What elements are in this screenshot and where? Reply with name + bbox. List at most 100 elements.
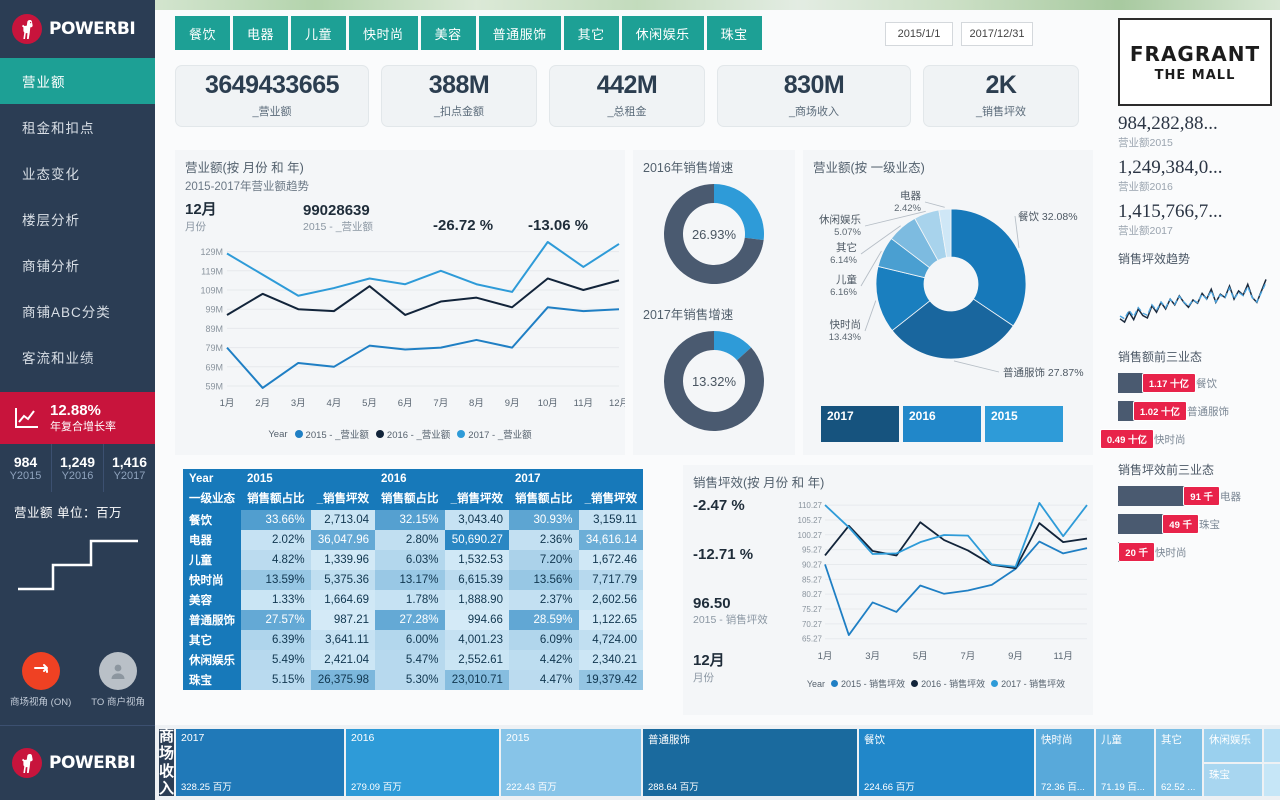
rank-row[interactable]: 1.02 十亿 普通服饰 bbox=[1118, 401, 1272, 421]
treemap-tile[interactable]: 休闲娱乐 bbox=[1204, 729, 1263, 762]
table-body: 餐饮 33.66% 2,713.04 32.15% 3,043.40 30.93% 3,15… bbox=[183, 509, 643, 690]
svg-text:129M: 129M bbox=[200, 247, 223, 257]
tab-5[interactable]: 普通服饰 bbox=[478, 16, 561, 50]
tab-2[interactable]: 儿童 bbox=[291, 16, 347, 50]
treemap-tile-value: 328.25 百万 bbox=[181, 782, 232, 793]
growth-2017-donut[interactable]: 13.32% bbox=[633, 323, 795, 441]
svg-text:105.27: 105.27 bbox=[798, 516, 823, 525]
sidebar-item-4[interactable]: 商铺分析 bbox=[0, 242, 155, 288]
table-row[interactable]: 休闲娱乐 5.49% 2,421.04 5.47% 2,552.61 4.42% 2,340… bbox=[183, 649, 643, 670]
table-cell: 27.28% bbox=[375, 609, 445, 630]
tab-label: 电器 bbox=[247, 26, 275, 42]
treemap-tile[interactable]: 珠宝 bbox=[1204, 764, 1263, 796]
kpi-card-1[interactable]: 388M _扣点金额 bbox=[381, 65, 537, 127]
sidebar-item-2[interactable]: 业态变化 bbox=[0, 150, 155, 196]
sidebar-item-label: 客流和业绩 bbox=[22, 351, 95, 366]
sidebar-item-0[interactable]: 营业额 bbox=[0, 58, 155, 104]
svg-text:电器: 电器 bbox=[900, 189, 921, 202]
rank-value: 1.02 十亿 bbox=[1132, 401, 1187, 421]
sales-efficiency-chart[interactable]: 110.27 105.27 100.27 95.27 90.27 85.27 80.27 75… bbox=[781, 491, 1091, 676]
brand-name-footer: POWERBI bbox=[49, 753, 136, 773]
rank-row[interactable]: 0.49 十亿 快时尚 bbox=[1099, 429, 1272, 449]
legend-item[interactable]: 2017 - _营业额 bbox=[457, 427, 532, 441]
treemap-tile[interactable]: 儿童 71.19 百... bbox=[1096, 729, 1155, 796]
sales-efficiency-panel: 销售坪效(按 月份 和 年) -2.47 % -12.71 % 96.50 20… bbox=[683, 465, 1093, 715]
treemap-tile[interactable] bbox=[1264, 729, 1280, 762]
table-row[interactable]: 快时尚 13.59% 5,375.36 13.17% 6,615.39 13.56% 7,7… bbox=[183, 569, 643, 590]
treemap-tile[interactable] bbox=[1264, 764, 1280, 796]
growth-2016-donut[interactable]: 26.93% bbox=[633, 176, 795, 294]
sidebar-item-3[interactable]: 楼层分析 bbox=[0, 196, 155, 242]
table-cell: 2,713.04 bbox=[310, 509, 375, 530]
right-panel: FRAGRANT THE MALL 984,282,88... 营业额2015 … bbox=[1099, 10, 1280, 725]
treemap-tile-value: 288.64 百万 bbox=[648, 782, 699, 793]
year-slicer-2015[interactable]: 2015 bbox=[985, 406, 1063, 442]
mall-view-toggle[interactable]: 商场视角 (ON) bbox=[10, 652, 71, 708]
sidebar-footer-logo[interactable]: POWERBI bbox=[0, 725, 155, 800]
legend-item[interactable]: 2017 - 销售坪效 bbox=[991, 677, 1065, 690]
legend-label: 2015 - 销售坪效 bbox=[841, 679, 906, 689]
sparkline-title: 销售坪效趋势 bbox=[1118, 252, 1191, 266]
tab-1[interactable]: 电器 bbox=[233, 16, 289, 50]
rank-row[interactable]: 91 千电器 bbox=[1118, 486, 1272, 506]
year-slicer-2016[interactable]: 2016 bbox=[903, 406, 981, 442]
kpi-card-0[interactable]: 3649433665 _营业额 bbox=[175, 65, 369, 127]
sidebar-item-6[interactable]: 客流和业绩 bbox=[0, 334, 155, 380]
treemap-tile[interactable]: 普通服饰 288.64 百万 bbox=[643, 729, 858, 796]
table-row[interactable]: 普通服饰 27.57% 987.21 27.28% 994.66 28.59% 1,122.… bbox=[183, 609, 643, 630]
sidebar-item-label: 租金和扣点 bbox=[22, 121, 95, 136]
tab-7[interactable]: 休闲娱乐 bbox=[621, 16, 704, 50]
year-slicer-2017[interactable]: 2017 bbox=[821, 406, 899, 442]
sidebar-item-label: 营业额 bbox=[22, 75, 66, 90]
treemap-tile[interactable]: 餐饮 224.66 百万 bbox=[859, 729, 1035, 796]
year-value: 984 bbox=[13, 454, 38, 470]
revenue-trend-chart[interactable]: 129M 119M 109M 99M 89M 79M 69M 59M 1月 2月 3月 4月 5月 6月 7… bbox=[175, 234, 625, 429]
treemap-tile[interactable]: 快时尚 72.36 百... bbox=[1036, 729, 1095, 796]
treemap-tile[interactable]: 2016 279.09 百万 bbox=[346, 729, 500, 796]
category-table[interactable]: Year 2015 2016 2017 一级业态 销售额占比 _销售坪效 销售额… bbox=[183, 469, 643, 690]
step-chart-icon bbox=[17, 539, 138, 591]
rank-row[interactable]: 20 千快时尚 bbox=[1118, 542, 1272, 562]
date-to-input[interactable]: 2017/12/31 bbox=[961, 22, 1033, 46]
treemap-tile[interactable]: 2015 222.43 百万 bbox=[501, 729, 642, 796]
year-cell-2016[interactable]: 1,249 Y2016 bbox=[52, 444, 104, 492]
kpi-card-3[interactable]: 830M _商场收入 bbox=[717, 65, 911, 127]
treemap-column: 休闲娱乐 珠宝 bbox=[1204, 729, 1263, 796]
tab-6[interactable]: 其它 bbox=[563, 16, 619, 50]
tab-4[interactable]: 美容 bbox=[420, 16, 476, 50]
date-from-input[interactable]: 2015/1/1 bbox=[885, 22, 953, 46]
table-row[interactable]: 电器 2.02% 36,047.96 2.80% 50,690.27 2.36% 34,61… bbox=[183, 529, 643, 550]
year-cell-2017[interactable]: 1,416 Y2017 bbox=[104, 444, 155, 492]
sidebar-item-label: 商铺ABC分类 bbox=[22, 305, 111, 320]
rank-row[interactable]: 1.17 十亿 餐饮 bbox=[1118, 373, 1272, 393]
sidebar-item-5[interactable]: 商铺ABC分类 bbox=[0, 288, 155, 334]
legend-item[interactable]: 2016 - _营业额 bbox=[375, 427, 450, 441]
table-row[interactable]: 美容 1.33% 1,664.69 1.78% 1,888.90 2.37% 2,602.5… bbox=[183, 589, 643, 610]
merchant-view-toggle[interactable]: TO 商户视角 bbox=[91, 652, 145, 708]
legend-item[interactable]: 2015 - _营业额 bbox=[294, 427, 369, 441]
revenue-by-category-chart[interactable]: 餐饮 32.08% 普通服饰 27.87% 快时尚13.43% 儿童6.16% 其它6.… bbox=[803, 176, 1093, 421]
kpi-card-4[interactable]: 2K _销售坪效 bbox=[923, 65, 1079, 127]
legend-item[interactable]: 2016 - 销售坪效 bbox=[911, 677, 985, 690]
year-cell-2015[interactable]: 984 Y2015 bbox=[0, 444, 52, 492]
treemap-tile[interactable]: 其它 62.52 ... bbox=[1156, 729, 1203, 796]
rank-row[interactable]: 49 千珠宝 bbox=[1118, 514, 1272, 534]
table-row[interactable]: 珠宝 5.15% 26,375.98 5.30% 23,010.71 4.47% 19,37… bbox=[183, 669, 643, 690]
table-row[interactable]: 其它 6.39% 3,641.11 6.00% 4,001.23 6.09% 4,724.0… bbox=[183, 629, 643, 650]
sidebar-logo[interactable]: POWERBI bbox=[0, 0, 155, 58]
svg-text:1月: 1月 bbox=[220, 398, 235, 409]
table-row[interactable]: 餐饮 33.66% 2,713.04 32.15% 3,043.40 30.93% 3,15… bbox=[183, 509, 643, 530]
svg-text:26.93%: 26.93% bbox=[692, 227, 737, 242]
treemap-tile[interactable]: 2017 328.25 百万 bbox=[176, 729, 345, 796]
legend-item[interactable]: 2015 - 销售坪效 bbox=[831, 677, 905, 690]
table-cell: 1,339.96 bbox=[310, 549, 375, 570]
tab-0[interactable]: 餐饮 bbox=[175, 16, 231, 50]
treemap: 商场 收入 2017 328.25 百万 2016 279.09 百万 2015 222.… bbox=[159, 728, 1280, 797]
rank-value: 91 千 bbox=[1183, 486, 1220, 506]
kpi-card-2[interactable]: 442M _总租金 bbox=[549, 65, 705, 127]
table-cell: 36,047.96 bbox=[310, 529, 375, 550]
table-row[interactable]: 儿童 4.82% 1,339.96 6.03% 1,532.53 7.20% 1,672.4… bbox=[183, 549, 643, 570]
tab-8[interactable]: 珠宝 bbox=[706, 16, 762, 50]
tab-3[interactable]: 快时尚 bbox=[349, 16, 418, 50]
sidebar-item-1[interactable]: 租金和扣点 bbox=[0, 104, 155, 150]
